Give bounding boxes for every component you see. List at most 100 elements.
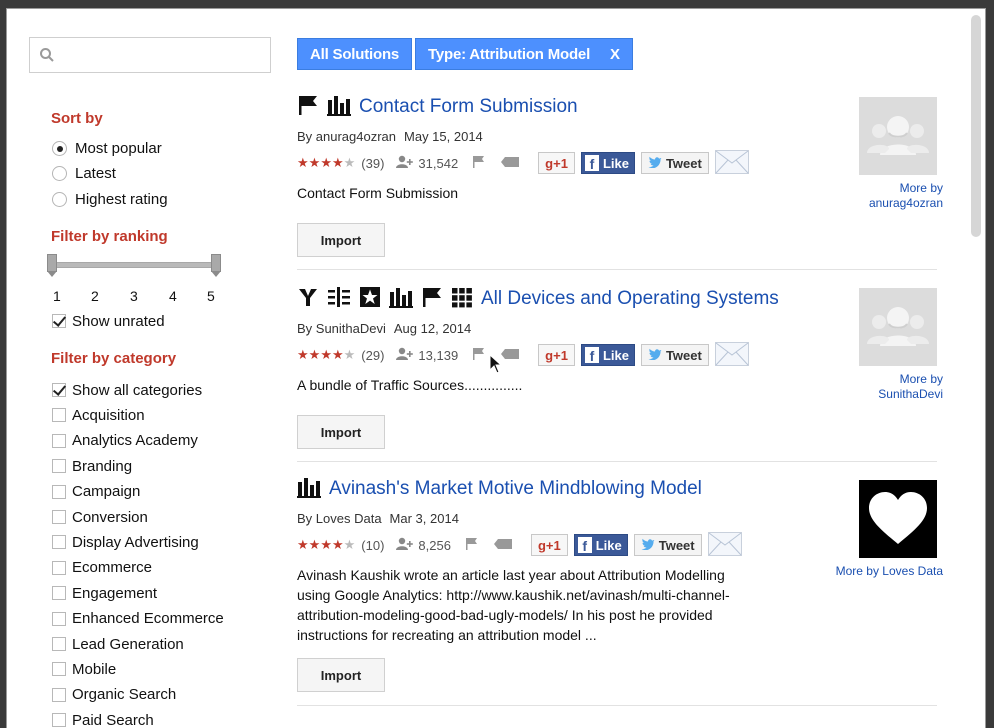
category-checkbox[interactable]: Show all categories bbox=[52, 379, 202, 401]
checkbox[interactable] bbox=[52, 383, 66, 397]
sort-option-label: Most popular bbox=[75, 139, 162, 157]
import-button[interactable]: Import bbox=[297, 223, 385, 257]
category-checkbox[interactable]: Analytics Academy bbox=[52, 430, 198, 452]
author[interactable]: By anurag4ozran bbox=[297, 129, 396, 144]
star-icon: ★ bbox=[297, 155, 309, 170]
checkbox[interactable] bbox=[52, 662, 66, 677]
email-icon[interactable] bbox=[714, 149, 749, 177]
tag-icon[interactable] bbox=[493, 538, 513, 553]
radio-latest[interactable] bbox=[52, 165, 67, 181]
category-checkbox[interactable]: Lead Generation bbox=[52, 633, 184, 655]
result-title-link[interactable]: All Devices and Operating Systems bbox=[481, 288, 779, 310]
more-by-author-link[interactable]: More by SunithaDevi bbox=[878, 372, 943, 402]
ranking-tick: 1 bbox=[53, 288, 61, 304]
checkbox[interactable] bbox=[52, 484, 66, 499]
import-button[interactable]: Import bbox=[297, 658, 385, 692]
checkbox[interactable] bbox=[52, 687, 66, 702]
author[interactable]: By Loves Data bbox=[297, 511, 382, 526]
import-button[interactable]: Import bbox=[297, 415, 385, 449]
category-checkbox[interactable]: Campaign bbox=[52, 481, 140, 503]
twitter-icon bbox=[648, 348, 666, 363]
tweet-button[interactable]: Tweet bbox=[640, 344, 709, 366]
checkbox[interactable] bbox=[52, 459, 66, 474]
chip-all-solutions[interactable]: All Solutions bbox=[297, 38, 413, 70]
checkbox[interactable] bbox=[52, 408, 66, 423]
facebook-like-button[interactable]: f Like bbox=[580, 152, 635, 174]
tweet-button[interactable]: Tweet bbox=[633, 534, 702, 556]
result-title-link[interactable]: Contact Form Submission bbox=[359, 96, 578, 118]
more-by-line: anurag4ozran bbox=[868, 196, 943, 210]
result-title-row: All Devices and Operating Systems bbox=[297, 285, 779, 313]
star-icon: ★ bbox=[331, 537, 344, 552]
category-checkbox[interactable]: Branding bbox=[52, 455, 132, 477]
sort-most-popular[interactable]: Most popular bbox=[52, 137, 162, 159]
checkbox-label: Ecommerce bbox=[72, 559, 153, 577]
result-separator bbox=[297, 269, 937, 270]
add-user-icon bbox=[396, 537, 418, 554]
facebook-like-button[interactable]: f Like bbox=[573, 534, 628, 556]
category-checkbox[interactable]: Acquisition bbox=[52, 404, 145, 426]
ranking-slider-max-handle[interactable] bbox=[211, 254, 221, 277]
facebook-like-button[interactable]: f Like bbox=[580, 344, 635, 366]
checkbox[interactable] bbox=[52, 433, 66, 448]
checkbox-label: Acquisition bbox=[72, 406, 145, 424]
tag-icon[interactable] bbox=[500, 348, 520, 363]
flag-icon[interactable] bbox=[465, 537, 479, 554]
tag-icon[interactable] bbox=[500, 156, 520, 171]
grid-icon bbox=[451, 286, 473, 313]
radio-most-popular[interactable] bbox=[52, 140, 67, 156]
result-title-link[interactable]: Avinash's Market Motive Mindblowing Mode… bbox=[329, 478, 702, 500]
ranking-tick: 5 bbox=[207, 288, 215, 304]
google-plus-button[interactable]: g+1 bbox=[538, 152, 575, 174]
more-by-author-link[interactable]: More by anurag4ozran bbox=[869, 181, 943, 211]
bar-chart-icon bbox=[389, 286, 413, 313]
checkbox[interactable] bbox=[52, 510, 66, 524]
category-checkbox[interactable]: Paid Search bbox=[52, 709, 154, 728]
checkbox[interactable] bbox=[52, 314, 66, 328]
scrollbar[interactable] bbox=[971, 15, 981, 237]
show-unrated-checkbox[interactable]: Show unrated bbox=[52, 310, 165, 332]
sort-highest-rating[interactable]: Highest rating bbox=[52, 188, 168, 210]
checkbox[interactable] bbox=[52, 637, 66, 651]
star-icon: ★ bbox=[308, 155, 321, 170]
date: May 15, 2014 bbox=[404, 129, 483, 144]
twitter-icon bbox=[648, 156, 666, 171]
category-checkbox[interactable]: Engagement bbox=[52, 582, 157, 604]
google-plus-button[interactable]: g+1 bbox=[530, 534, 568, 556]
checkbox[interactable] bbox=[52, 713, 66, 728]
radio-highest-rating[interactable] bbox=[52, 191, 67, 207]
category-checkbox[interactable]: Display Advertising bbox=[52, 531, 199, 553]
checkbox[interactable] bbox=[52, 560, 66, 575]
email-icon[interactable] bbox=[707, 531, 742, 559]
checkbox[interactable] bbox=[52, 535, 66, 550]
checkbox[interactable] bbox=[52, 586, 66, 601]
category-checkbox[interactable]: Conversion bbox=[52, 506, 148, 528]
rating-stars: ★★★★★ bbox=[297, 155, 355, 171]
category-checkbox[interactable]: Organic Search bbox=[52, 684, 176, 706]
checkbox-label: Enhanced Ecommerce bbox=[72, 610, 224, 628]
ranking-slider-min-handle[interactable] bbox=[47, 254, 57, 277]
ranking-slider-track[interactable] bbox=[51, 262, 219, 268]
tweet-label: Tweet bbox=[665, 347, 702, 363]
search-input[interactable] bbox=[29, 37, 271, 73]
more-by-author-link[interactable]: More by Loves Data bbox=[836, 564, 943, 579]
sort-by-title: Sort by bbox=[51, 110, 103, 127]
tweet-button[interactable]: Tweet bbox=[640, 152, 709, 174]
checkbox[interactable] bbox=[52, 611, 66, 626]
chip-type-filter[interactable]: Type: Attribution Model X bbox=[415, 38, 633, 70]
people-icon bbox=[859, 97, 937, 175]
category-checkbox[interactable]: Enhanced Ecommerce bbox=[52, 608, 224, 630]
checkbox-label: Show all categories bbox=[72, 381, 203, 399]
close-icon[interactable]: X bbox=[610, 46, 620, 63]
flag-icon[interactable] bbox=[472, 347, 486, 364]
author[interactable]: By SunithaDevi bbox=[297, 321, 386, 336]
bar-chart-icon bbox=[327, 94, 351, 121]
star-icon: ★ bbox=[343, 537, 356, 552]
category-checkbox[interactable]: Mobile bbox=[52, 658, 116, 680]
sort-latest[interactable]: Latest bbox=[52, 162, 116, 184]
category-checkbox[interactable]: Ecommerce bbox=[52, 557, 152, 579]
facebook-icon: f bbox=[584, 347, 599, 363]
google-plus-button[interactable]: g+1 bbox=[538, 344, 575, 366]
email-icon[interactable] bbox=[714, 341, 749, 369]
flag-icon[interactable] bbox=[472, 155, 486, 172]
